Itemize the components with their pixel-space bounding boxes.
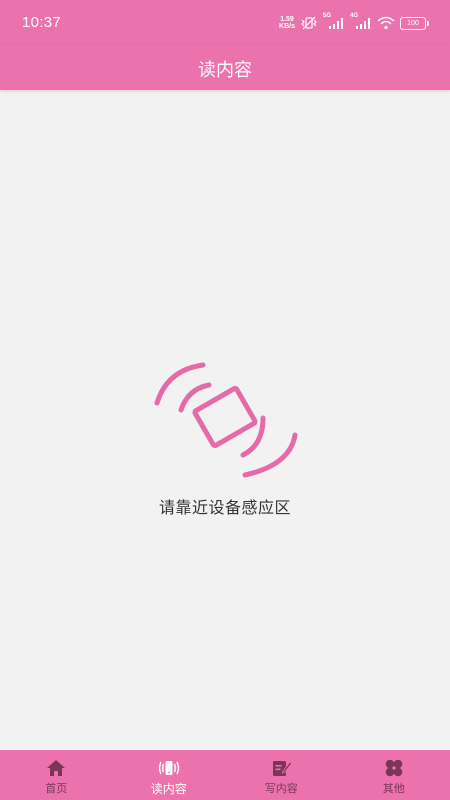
wifi-icon xyxy=(377,16,395,30)
status-time: 10:37 xyxy=(22,14,62,31)
battery-indicator: 100 xyxy=(400,16,429,30)
nav-label-home: 首页 xyxy=(45,782,68,795)
bottom-navigation: 首页 读内容 写内容 其他 xyxy=(0,750,450,800)
signal-bars-icon xyxy=(329,18,343,29)
network-speed-value: 1.59 xyxy=(280,16,294,23)
nav-item-write[interactable]: 写内容 xyxy=(225,750,338,800)
signal-5g: 5G xyxy=(323,13,345,30)
edit-icon xyxy=(273,761,293,776)
network-speed-unit: KB/s xyxy=(279,23,295,30)
nav-label-other: 其他 xyxy=(382,782,405,795)
nfc-phone-icon xyxy=(154,362,298,478)
nfc-hint-text: 请靠近设备感应区 xyxy=(158,498,291,517)
network-speed: 1.59 KB/s xyxy=(279,16,295,30)
vibrate-icon xyxy=(301,16,317,30)
status-icons: 1.59 KB/s 5G 4G 100 xyxy=(279,13,429,32)
page-title: 读内容 xyxy=(198,60,252,81)
nav-item-home[interactable]: 首页 xyxy=(0,750,113,800)
nfc-read-icon xyxy=(158,761,179,775)
home-icon xyxy=(47,760,66,776)
main-content: 请靠近设备感应区 xyxy=(0,90,450,750)
status-bar: 10:37 1.59 KB/s 5G 4G 100 xyxy=(0,0,450,44)
nav-item-read[interactable]: 读内容 xyxy=(113,750,226,800)
nav-label-write: 写内容 xyxy=(264,782,298,795)
grid-icon xyxy=(385,759,403,777)
nav-label-read: 读内容 xyxy=(150,782,187,796)
signal-4g: 4G xyxy=(350,13,372,30)
signal-bars-icon xyxy=(356,18,370,29)
nav-item-other[interactable]: 其他 xyxy=(338,750,450,800)
app-bar: 读内容 xyxy=(0,44,450,90)
